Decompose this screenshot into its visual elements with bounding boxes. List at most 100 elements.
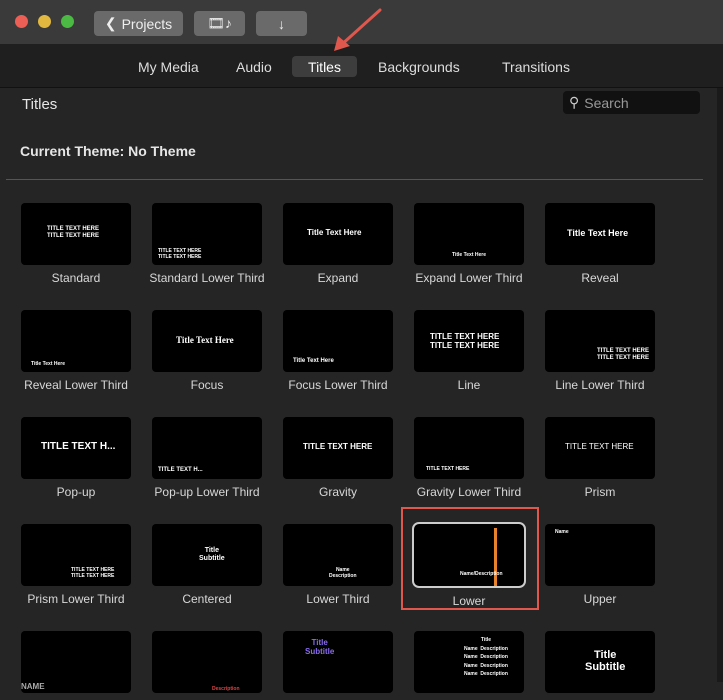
title-item-label: Prism: [584, 485, 616, 499]
thumbnail-preview-text: TITLE TEXT HERE: [426, 466, 470, 472]
title-item-label: Focus Lower Third: [288, 378, 388, 392]
close-window-button[interactable]: [15, 15, 28, 28]
title-thumbnail[interactable]: Description: [152, 631, 262, 693]
title-item[interactable]: Title Subtitle: [278, 631, 398, 700]
thumbnail-preview-text: TITLE TEXT HERE: [565, 442, 634, 451]
chevron-left-icon: ❮: [104, 15, 117, 31]
title-item[interactable]: TITLE TEXT HERE Gravity: [278, 417, 398, 499]
title-item[interactable]: Title Text Here Focus Lower Third: [278, 310, 398, 392]
down-arrow-icon: ↓: [278, 15, 285, 32]
search-input[interactable]: ⚲ Search: [563, 91, 700, 114]
title-thumbnail[interactable]: Title Subtitle: [152, 524, 262, 586]
title-item-label: Pop-up Lower Third: [154, 485, 260, 499]
title-item[interactable]: Title Text Here Expand Lower Third: [409, 203, 529, 285]
title-thumbnail[interactable]: Title Text Here: [545, 203, 655, 265]
thumbnail-preview-text: Title Text Here: [176, 335, 234, 345]
tab-titles[interactable]: Titles: [292, 56, 357, 77]
title-thumbnail[interactable]: TITLE TEXT HERE TITLE TEXT HERE: [21, 524, 131, 586]
title-item-label: Standard Lower Third: [149, 271, 265, 285]
title-thumbnail[interactable]: Title Subtitle: [283, 631, 393, 693]
title-item[interactable]: TITLE TEXT HERE TITLE TEXT HERE Prism Low…: [16, 524, 136, 606]
title-thumbnail[interactable]: NAME: [21, 631, 131, 693]
title-item-label: Focus: [190, 378, 224, 392]
thumbnail-preview-text: Title Name Description Name Description …: [464, 637, 508, 677]
thumbnail-preview-text: Title Subtitle: [199, 547, 225, 562]
title-item[interactable]: TITLE TEXT HERE Gravity Lower Third: [409, 417, 529, 499]
title-thumbnail[interactable]: TITLE TEXT HERE: [283, 417, 393, 479]
title-thumbnail[interactable]: TITLE TEXT HERE TITLE TEXT HERE: [152, 203, 262, 265]
title-thumbnail[interactable]: Name Description: [283, 524, 393, 586]
title-thumbnail[interactable]: TITLE TEXT HERE TITLE TEXT HERE: [21, 203, 131, 265]
scrollbar[interactable]: [717, 88, 723, 682]
title-item-label: Line Lower Third: [555, 378, 645, 392]
title-thumbnail[interactable]: TITLE TEXT HERE TITLE TEXT HERE: [414, 310, 524, 372]
title-thumbnail[interactable]: Title Name Description Name Description …: [414, 631, 524, 693]
minimize-window-button[interactable]: [38, 15, 51, 28]
thumbnail-preview-text: Title Text Here: [293, 358, 334, 364]
title-item[interactable]: Name Upper: [540, 524, 660, 606]
title-thumbnail[interactable]: TITLE TEXT HERE: [545, 417, 655, 479]
title-thumbnail[interactable]: Title Text Here: [21, 310, 131, 372]
title-thumbnail[interactable]: Title Text Here: [283, 310, 393, 372]
thumbnail-preview-text: Title Text Here: [452, 252, 486, 258]
title-item[interactable]: TITLE TEXT HERE TITLE TEXT HERE Standard …: [147, 203, 267, 285]
thumbnail-preview-text: NAME: [21, 682, 45, 691]
projects-button[interactable]: ❮ Projects: [94, 11, 183, 36]
title-item[interactable]: TITLE TEXT HERE TITLE TEXT HERE Standard: [16, 203, 136, 285]
tab-backgrounds[interactable]: Backgrounds: [364, 56, 474, 77]
thumbnail-preview-text: Description: [212, 686, 240, 692]
annotation-arrow-icon: [334, 8, 382, 51]
title-item[interactable]: Title Name Description Name Description …: [409, 631, 529, 700]
zoom-window-button[interactable]: [61, 15, 74, 28]
title-item[interactable]: Title Text Here Expand: [278, 203, 398, 285]
title-thumbnail[interactable]: Title Subtitle: [545, 631, 655, 693]
thumbnail-preview-text: Name: [555, 529, 569, 535]
title-item[interactable]: Name Description Lower Third: [278, 524, 398, 606]
title-item[interactable]: NAME: [16, 631, 136, 700]
title-item[interactable]: TITLE TEXT H... Pop-up: [16, 417, 136, 499]
title-thumbnail[interactable]: TITLE TEXT H...: [21, 417, 131, 479]
selection-highlight: [401, 507, 539, 610]
title-item-label: Standard: [51, 271, 101, 285]
thumbnail-preview-text: Name Description: [329, 567, 357, 579]
title-item[interactable]: TITLE TEXT HERE TITLE TEXT HERE Line: [409, 310, 529, 392]
title-item-label: Reveal: [581, 271, 619, 285]
search-icon: ⚲: [569, 94, 580, 110]
media-browser-button[interactable]: 🎞♪: [194, 11, 245, 36]
thumbnail-preview-text: TITLE TEXT HERE: [303, 442, 373, 451]
thumbnail-preview-text: Title Text Here: [567, 228, 629, 238]
import-button[interactable]: ↓: [256, 11, 307, 36]
section-title: Titles: [22, 96, 58, 113]
title-thumbnail[interactable]: TITLE TEXT HERE: [414, 417, 524, 479]
title-item[interactable]: Title Subtitle Centered: [147, 524, 267, 606]
title-item[interactable]: TITLE TEXT HERE TITLE TEXT HERE Line Lowe…: [540, 310, 660, 392]
title-item[interactable]: Title Subtitle: [540, 631, 660, 700]
title-item[interactable]: Title Text Here Reveal: [540, 203, 660, 285]
thumbnail-preview-text: Title Subtitle: [585, 649, 626, 674]
title-thumbnail[interactable]: Title Text Here: [414, 203, 524, 265]
thumbnail-preview-text: TITLE TEXT H...: [158, 467, 203, 473]
thumbnail-preview-text: TITLE TEXT HERE TITLE TEXT HERE: [158, 248, 202, 260]
title-item[interactable]: Title Text Here Focus: [147, 310, 267, 392]
title-item[interactable]: Description: [147, 631, 267, 700]
title-thumbnail[interactable]: TITLE TEXT HERE TITLE TEXT HERE: [545, 310, 655, 372]
divider: [6, 179, 703, 180]
title-item[interactable]: Title Text Here Reveal Lower Third: [16, 310, 136, 392]
title-thumbnail[interactable]: TITLE TEXT H...: [152, 417, 262, 479]
title-item-label: Upper: [583, 592, 617, 606]
title-item[interactable]: TITLE TEXT H... Pop-up Lower Third: [147, 417, 267, 499]
film-music-icon: 🎞♪: [207, 15, 232, 31]
title-thumbnail[interactable]: Title Text Here: [283, 203, 393, 265]
tab-audio[interactable]: Audio: [222, 56, 286, 77]
title-thumbnail[interactable]: Title Text Here: [152, 310, 262, 372]
tab-my-media[interactable]: My Media: [124, 56, 213, 77]
thumbnail-preview-text: Title Subtitle: [305, 638, 335, 656]
title-item[interactable]: TITLE TEXT HERE Prism: [540, 417, 660, 499]
title-item-label: Expand Lower Third: [415, 271, 523, 285]
title-item-label: Line: [457, 378, 481, 392]
title-item-label: Reveal Lower Third: [24, 378, 128, 392]
thumbnail-preview-text: TITLE TEXT HERE TITLE TEXT HERE: [430, 332, 500, 350]
tab-transitions[interactable]: Transitions: [488, 56, 584, 77]
title-item-label: Gravity Lower Third: [416, 485, 522, 499]
title-thumbnail[interactable]: Name: [545, 524, 655, 586]
